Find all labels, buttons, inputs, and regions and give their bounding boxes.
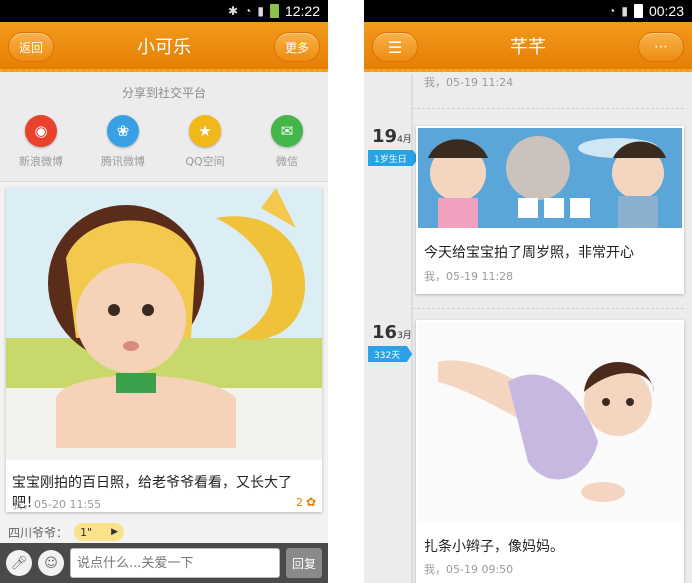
wechat-icon: ✉ xyxy=(271,115,303,147)
prev-entry-meta: 我，05-19 11:24 xyxy=(424,76,514,89)
birthday-collage-photo[interactable] xyxy=(418,128,682,228)
input-bar: 🎤︎ ☺ 回复 xyxy=(0,543,328,583)
battery-icon xyxy=(633,4,643,18)
entry-date: 194月 xyxy=(372,126,412,147)
bluetooth-icon: ✱ xyxy=(228,4,239,18)
entry-caption: 扎条小辫子，像妈妈。 xyxy=(424,539,564,555)
comment-author: 四川爷爷： xyxy=(8,525,69,540)
microphone-icon: 🎤︎ xyxy=(10,555,28,571)
share-label: 新浪微博 xyxy=(19,155,63,168)
play-icon: ▶ xyxy=(111,527,119,537)
divider xyxy=(412,108,684,109)
status-bar: ✱ ◔ ▮ 12:22 xyxy=(0,0,328,22)
smiley-icon: ☺ xyxy=(44,555,58,571)
share-label: 微信 xyxy=(276,155,298,168)
share-weibo[interactable]: ◉ 新浪微博 xyxy=(6,115,76,169)
hamburger-icon: ☰ xyxy=(387,37,403,57)
signal-icon: ▮ xyxy=(621,4,628,18)
post-meta: 我，05-20 11:55 xyxy=(12,498,102,511)
wifi-icon: ◔ xyxy=(244,4,252,18)
status-bar: ◔ ▮ 00:23 xyxy=(364,0,692,22)
back-button[interactable]: 返回 xyxy=(8,32,54,62)
signal-icon: ▮ xyxy=(257,4,264,18)
gear-icon: ✿ xyxy=(305,495,316,509)
timeline-card: 今天给宝宝拍了周岁照，非常开心 我，05-19 11:28 xyxy=(416,126,684,294)
baby-lion-costume-photo[interactable] xyxy=(6,188,322,460)
reply-button[interactable]: 回复 xyxy=(286,548,322,578)
share-label: 腾讯微博 xyxy=(101,155,145,168)
microphone-button[interactable]: 🎤︎ xyxy=(6,550,32,576)
entry-day: 19 xyxy=(372,126,398,147)
voice-message[interactable]: 1" ▶ xyxy=(74,523,125,541)
share-title: 分享到社交平台 xyxy=(121,86,206,100)
share-qzone[interactable]: ★ QQ空间 xyxy=(170,115,240,169)
tencent-weibo-icon: ❀ xyxy=(107,115,139,147)
entry-month: 4月 xyxy=(397,135,412,145)
menu-button[interactable]: ☰ xyxy=(372,32,418,62)
entry-date: 163月 xyxy=(372,322,412,343)
top-bar: 返回 小可乐 更多 xyxy=(0,22,328,72)
page-title: 芊芊 xyxy=(510,36,546,58)
share-tencent-weibo[interactable]: ❀ 腾讯微博 xyxy=(88,115,158,169)
entry-meta: 我，05-19 09:50 xyxy=(424,563,514,576)
more-button[interactable]: 更多 xyxy=(274,32,320,62)
post-card: 宝宝刚拍的百日照，给老爷爷看看，又长大了吧！ 我，05-20 11:55 2 ✿ xyxy=(6,188,322,512)
battery-icon xyxy=(269,4,279,18)
entry-caption: 今天给宝宝拍了周岁照，非常开心 xyxy=(424,245,634,261)
comment-row: 四川爷爷： 1" ▶ xyxy=(8,523,125,541)
girl-pigtail-photo[interactable] xyxy=(418,322,682,522)
comment-count[interactable]: 2 ✿ xyxy=(296,495,316,509)
share-section: 分享到社交平台 ◉ 新浪微博 ❀ 腾讯微博 ★ QQ空间 ✉ 微信 xyxy=(0,72,328,182)
status-time: 00:23 xyxy=(648,3,684,19)
comment-count-value: 2 xyxy=(295,495,303,509)
age-tag: 332天 xyxy=(368,346,413,362)
wifi-icon: ◔ xyxy=(608,4,616,18)
top-bar: ☰ 芊芊 ⋯ xyxy=(364,22,692,72)
left-screen: ✱ ◔ ▮ 12:22 返回 小可乐 更多 分享到社交平台 ◉ 新浪微博 ❀ 腾… xyxy=(0,0,328,583)
status-time: 12:22 xyxy=(284,3,320,19)
divider xyxy=(412,308,684,309)
entry-day: 16 xyxy=(372,322,398,343)
weibo-icon: ◉ xyxy=(25,115,57,147)
voice-duration: 1" xyxy=(80,525,93,539)
message-input[interactable] xyxy=(70,548,280,578)
share-wechat[interactable]: ✉ 微信 xyxy=(252,115,322,169)
more-options-button[interactable]: ⋯ xyxy=(638,32,684,62)
timeline-card: 扎条小辫子，像妈妈。 我，05-19 09:50 xyxy=(416,320,684,583)
right-screen: ◔ ▮ 00:23 ☰ 芊芊 ⋯ 我，05-19 11:24 194月 1岁生日 xyxy=(364,0,692,583)
entry-month: 3月 xyxy=(397,331,412,341)
qzone-star-icon: ★ xyxy=(189,115,221,147)
entry-meta: 我，05-19 11:28 xyxy=(424,270,514,283)
more-dots-icon: ⋯ xyxy=(654,39,668,55)
emoji-button[interactable]: ☺ xyxy=(38,550,64,576)
age-tag: 1岁生日 xyxy=(368,150,419,166)
share-label: QQ空间 xyxy=(185,155,225,168)
page-title: 小可乐 xyxy=(137,36,191,58)
